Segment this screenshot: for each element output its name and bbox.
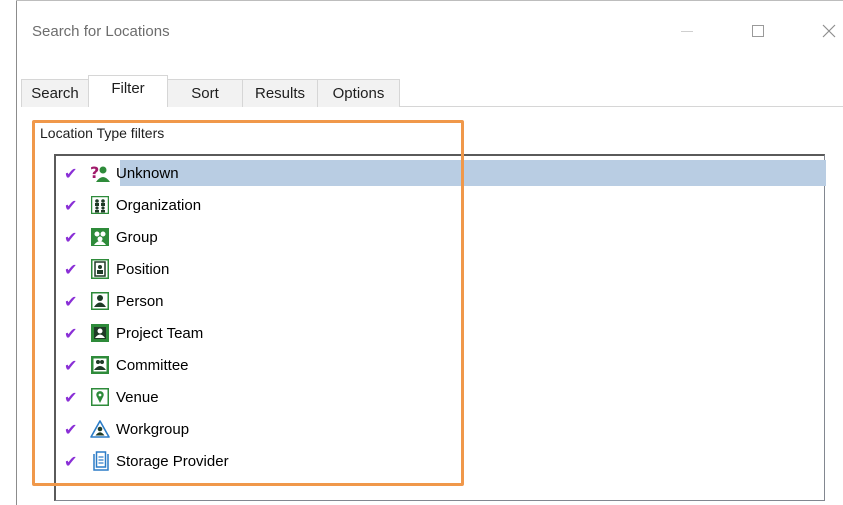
tab-label: Options xyxy=(332,85,385,102)
tab-label: Sort xyxy=(191,85,219,102)
tab-label: Results xyxy=(254,85,306,102)
tab-label: Filter xyxy=(111,80,145,97)
window-title: Search for Locations xyxy=(32,23,170,40)
tab-label: Search xyxy=(31,85,79,102)
tab-search[interactable]: Search xyxy=(21,79,89,107)
tab-results[interactable]: Results xyxy=(242,79,318,107)
close-button[interactable] xyxy=(799,11,843,51)
tab-options[interactable]: Options xyxy=(317,79,400,107)
tab-sort[interactable]: Sort xyxy=(167,79,243,107)
maximize-button[interactable] xyxy=(728,11,788,51)
minimize-icon xyxy=(681,30,693,32)
close-icon xyxy=(822,24,836,38)
annotation-highlight-box xyxy=(32,120,464,486)
tab-filter[interactable]: Filter xyxy=(88,75,168,107)
minimize-button[interactable] xyxy=(657,11,717,51)
title-bar[interactable]: Search for Locations xyxy=(17,1,843,61)
maximize-icon xyxy=(752,25,764,37)
tab-strip: Search Filter Sort Results Options xyxy=(21,75,400,107)
